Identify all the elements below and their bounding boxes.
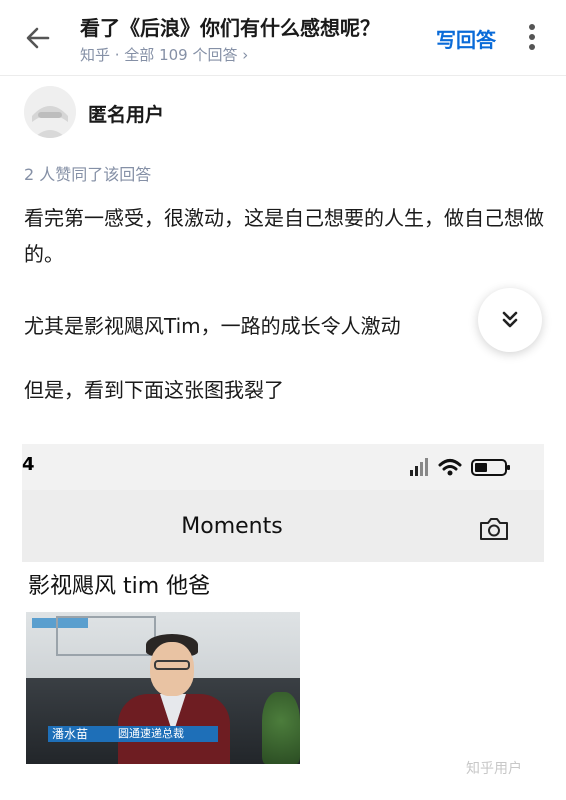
camera-icon: [480, 518, 508, 540]
author-name[interactable]: 匿名用户: [88, 100, 164, 127]
phone-status-bar: 4: [22, 444, 544, 490]
top-bar: 看了《后浪》你们有什么感想呢？ 知乎 · 全部 109 个回答 › 写回答: [0, 0, 566, 76]
arrow-left-icon[interactable]: [22, 22, 54, 54]
anonymous-avatar-icon[interactable]: [24, 86, 76, 138]
question-title[interactable]: 看了《后浪》你们有什么感想呢？: [80, 12, 380, 41]
wall-frame: [56, 616, 156, 656]
more-vertical-icon[interactable]: [526, 22, 538, 52]
embedded-screenshot[interactable]: 4 Moments 影视飓风 tim 他爸 潘水苗 圆通速递总裁: [22, 444, 544, 774]
zhihu-watermark: 知乎用户: [466, 761, 522, 777]
answer-paragraph-1: 看完第一感受，很激动，这是自己想要的人生，做自己想做的。: [24, 206, 544, 266]
moments-header: Moments: [22, 490, 544, 562]
answer-paragraph-3: 但是，看到下面这张图我裂了: [24, 378, 284, 402]
person-glasses: [154, 660, 190, 670]
answer-paragraph-2: 尤其是影视飓风Tim，一路的成长令人激动: [24, 314, 401, 338]
status-time: 4: [22, 454, 35, 475]
caption-role: 圆通速递总裁: [118, 727, 184, 740]
chevron-double-down-icon: [502, 311, 518, 328]
status-icons: [410, 458, 510, 476]
moments-title: Moments: [181, 514, 283, 539]
photo-plant: [262, 692, 300, 764]
moments-post-text: 影视飓风 tim 他爸: [28, 574, 211, 599]
write-answer-button[interactable]: 写回答: [436, 24, 496, 53]
upvote-count: 2 人赞同了该回答: [24, 165, 152, 184]
collapse-button[interactable]: [478, 288, 542, 352]
caption-name: 潘水苗: [52, 727, 89, 741]
question-meta[interactable]: 知乎 · 全部 109 个回答 ›: [80, 44, 248, 65]
news-photo: 潘水苗 圆通速递总裁: [26, 612, 300, 764]
